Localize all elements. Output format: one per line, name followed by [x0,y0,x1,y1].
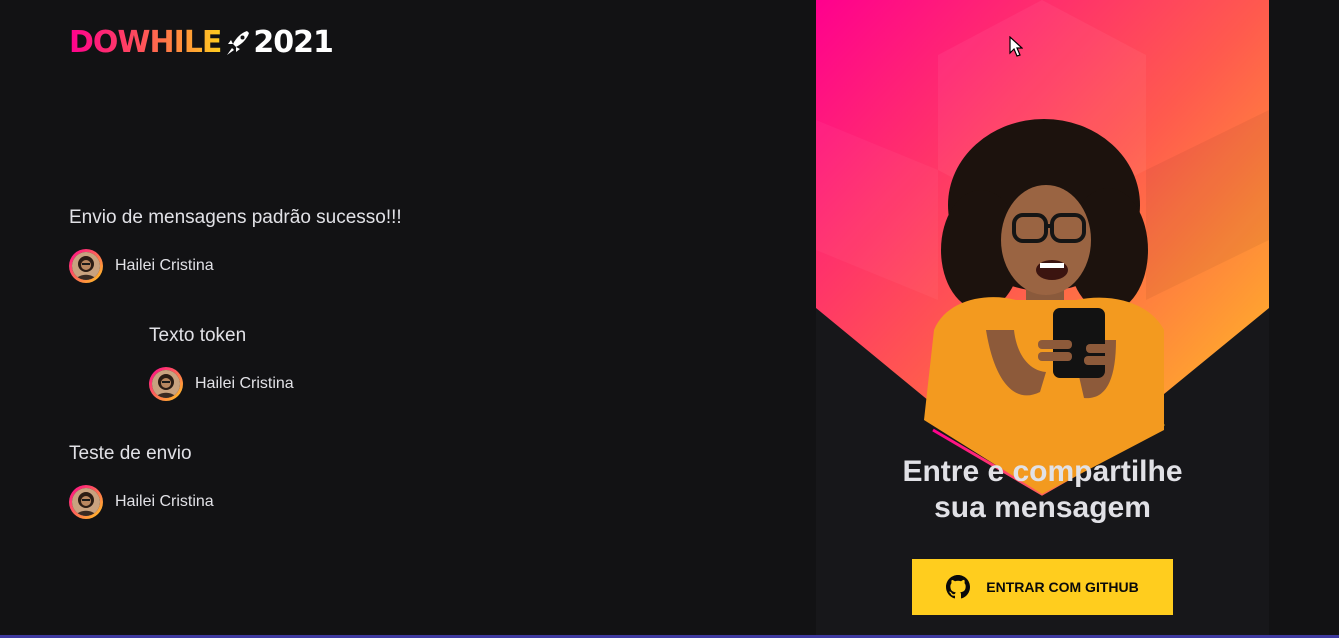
user-avatar-icon [72,488,100,516]
message-content: Teste de envio [69,443,192,464]
user-avatar-icon [152,370,180,398]
message-user: Hailei Cristina [69,249,402,283]
login-title-line1: Entre e compartilhe [902,455,1183,488]
login-box: Entre e compartilhe sua mensagem ENTRAR … [816,0,1269,638]
message-item: Envio de mensagens padrão sucesso!!! Hai… [69,206,402,283]
avatar [69,249,103,283]
user-name: Hailei Cristina [115,257,214,274]
message-content: Texto token [149,325,247,346]
logo-word: DOWHILE [69,25,222,60]
avatar [69,485,103,519]
message-user: Hailei Cristina [69,485,214,519]
rocket-icon [227,31,250,55]
user-avatar-icon [72,252,100,280]
dowhile-logo: DOWHILE 2021 [69,25,334,60]
banner-background [816,0,1269,496]
message-user: Hailei Cristina [149,367,294,401]
logo-year: 2021 [253,25,333,60]
github-icon [946,575,971,599]
github-login-button[interactable]: ENTRAR COM GITHUB [912,559,1173,615]
github-button-label: ENTRAR COM GITHUB [986,579,1139,595]
login-title: Entre e compartilhe sua mensagem [816,454,1269,526]
user-name: Hailei Cristina [195,375,294,392]
mouse-cursor-icon [1009,36,1023,57]
user-name: Hailei Cristina [115,493,214,510]
avatar [149,367,183,401]
person-illustration-icon [924,119,1164,494]
message-item: Teste de envio Hailei Cristina [69,442,214,519]
login-title-line2: sua mensagem [934,491,1151,524]
page: DOWHILE 2021 Envio de mensagens padrão s… [0,0,1339,638]
message-content: Envio de mensagens padrão sucesso!!! [69,207,402,228]
message-item: Texto token Hailei Cristina [149,324,294,401]
